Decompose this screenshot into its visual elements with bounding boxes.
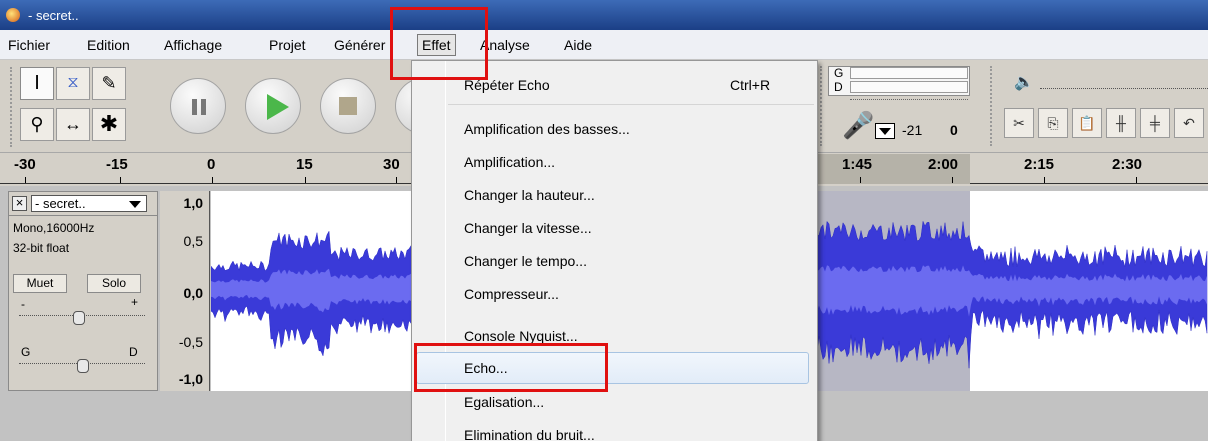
ruler-tick: 2:15 xyxy=(1024,156,1055,173)
audacity-window: - secret.. Fichier Edition Affichage Pro… xyxy=(0,0,1208,441)
pan-right-label: D xyxy=(129,345,138,359)
microphone-icon: 🎤 xyxy=(842,110,875,140)
app-icon xyxy=(6,8,20,22)
meter-bar-left xyxy=(850,67,968,79)
menu-separator xyxy=(448,104,814,105)
ruler-tickline xyxy=(1136,177,1137,183)
ruler-tickline xyxy=(120,177,121,183)
selection-tool-icon[interactable]: I xyxy=(20,67,54,100)
pause-button[interactable] xyxy=(170,78,226,134)
meter-label-g: G xyxy=(834,66,844,80)
gain-minus-label: - xyxy=(21,297,25,311)
annotation-box-effet xyxy=(390,7,488,80)
envelope-tool-icon[interactable]: ⧖ xyxy=(56,67,90,100)
menu-edition[interactable]: Edition xyxy=(87,37,130,53)
menu-item-amplify[interactable]: Amplification... xyxy=(464,154,555,170)
ruler-tickline xyxy=(396,177,397,183)
menu-item-bass-boost[interactable]: Amplification des basses... xyxy=(464,121,630,137)
track-control-panel: × - secret.. Mono,16000Hz 32-bit float M… xyxy=(8,191,158,391)
trim-icon[interactable]: ╫ xyxy=(1106,108,1136,138)
ruler-tickline xyxy=(952,177,953,183)
volume-icon: 🔈 xyxy=(1014,74,1034,91)
draw-tool-icon[interactable]: ✎ xyxy=(92,67,126,100)
multi-tool-icon[interactable]: ✱ xyxy=(92,108,126,141)
menu-item-equalization[interactable]: Egalisation... xyxy=(464,394,544,410)
play-icon xyxy=(267,94,289,120)
meter-bar-right xyxy=(850,81,968,93)
menu-projet[interactable]: Projet xyxy=(269,37,306,53)
annotation-box-echo xyxy=(414,343,608,392)
title-bar: - secret.. xyxy=(0,0,1208,30)
ruler-tick: 0 xyxy=(207,156,216,173)
meter-value-2: 0 xyxy=(950,122,958,138)
ruler-tick: -30 xyxy=(14,156,36,173)
solo-button[interactable]: Solo xyxy=(87,274,141,293)
ruler-tickline xyxy=(212,177,213,183)
ruler-tick: 15 xyxy=(296,156,313,173)
gain-slider-thumb[interactable] xyxy=(73,311,85,325)
amplitude-label: -0,5 xyxy=(178,334,203,350)
gain-plus-label: + xyxy=(131,295,139,309)
toolbar-grip xyxy=(10,67,14,147)
pause-icon xyxy=(191,99,207,115)
mixer-grip xyxy=(990,66,994,146)
menu-item-change-tempo[interactable]: Changer le tempo... xyxy=(464,253,587,269)
menu-fichier[interactable]: Fichier xyxy=(8,37,50,53)
zoom-tool-icon[interactable]: ⚲ xyxy=(20,108,54,141)
stop-icon xyxy=(339,97,357,115)
mute-button[interactable]: Muet xyxy=(13,274,67,293)
track-header: × - secret.. xyxy=(9,192,157,216)
menu-affichage[interactable]: Affichage xyxy=(164,37,222,53)
ruler-tick: 30 xyxy=(383,156,400,173)
microphone-dropdown[interactable] xyxy=(875,123,895,139)
amplitude-label: 0,5 xyxy=(183,233,203,249)
stop-button[interactable] xyxy=(320,78,376,134)
ruler-tick: 2:30 xyxy=(1112,156,1143,173)
meter-scale xyxy=(850,97,968,100)
pan-left-label: G xyxy=(21,345,31,359)
amplitude-ruler: 1,0 0,5 0,0 -0,5 -1,0 xyxy=(160,191,210,391)
track-name-dropdown[interactable]: - secret.. xyxy=(31,195,147,212)
amplitude-label: 0,0 xyxy=(183,285,203,301)
ruler-tickline xyxy=(1044,177,1045,183)
play-button[interactable] xyxy=(245,78,301,134)
meter-grip xyxy=(820,66,824,146)
ruler-tick: 2:00 xyxy=(928,156,959,173)
menu-bar: Fichier Edition Affichage Projet Générer… xyxy=(0,30,1208,60)
copy-icon[interactable]: ⎘ xyxy=(1038,108,1068,138)
ruler-tick: -15 xyxy=(106,156,128,173)
ruler-tickline xyxy=(305,177,306,183)
track-bitdepth: 32-bit float xyxy=(13,241,70,255)
ruler-tick: 1:45 xyxy=(842,156,873,173)
menu-generer[interactable]: Générer xyxy=(334,37,385,53)
menu-aide[interactable]: Aide xyxy=(564,37,592,53)
silence-icon[interactable]: ╪ xyxy=(1140,108,1170,138)
paste-icon[interactable]: 📋 xyxy=(1072,108,1102,138)
repeat-shortcut: Ctrl+R xyxy=(730,77,771,93)
menu-item-change-speed[interactable]: Changer la vitesse... xyxy=(464,220,592,236)
menu-item-nyquist[interactable]: Console Nyquist... xyxy=(464,328,578,344)
output-volume-slider[interactable] xyxy=(1040,79,1208,89)
track-format: Mono,16000Hz xyxy=(13,221,95,235)
ruler-tickline xyxy=(25,177,26,183)
amplitude-label: 1,0 xyxy=(183,195,203,211)
ruler-tickline xyxy=(860,177,861,183)
window-title: - secret.. xyxy=(28,8,79,23)
menu-item-compressor[interactable]: Compresseur... xyxy=(464,286,559,302)
meter-value-1: -21 xyxy=(902,122,923,138)
pan-slider-thumb[interactable] xyxy=(77,359,89,373)
amplitude-label: -1,0 xyxy=(178,371,203,387)
menu-item-change-pitch[interactable]: Changer la hauteur... xyxy=(464,187,595,203)
meter-label-d: D xyxy=(834,80,843,94)
cut-icon[interactable]: ✂ xyxy=(1004,108,1034,138)
close-track-icon[interactable]: × xyxy=(12,196,27,211)
menu-item-noise-removal[interactable]: Elimination du bruit... xyxy=(464,427,595,441)
undo-icon[interactable]: ↶ xyxy=(1174,108,1204,138)
timeshift-tool-icon[interactable]: ↔ xyxy=(56,108,90,141)
